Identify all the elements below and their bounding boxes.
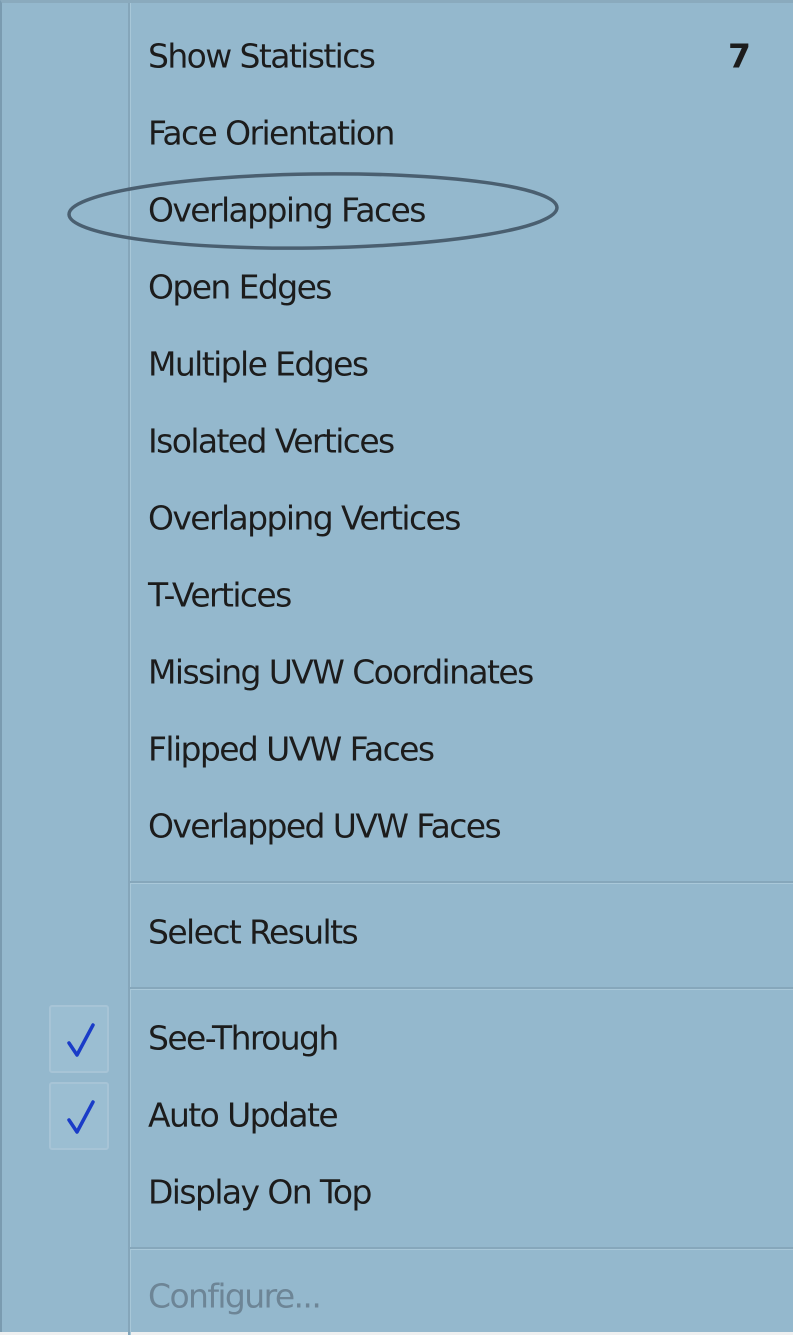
- menu-item-multiple-edges[interactable]: Multiple Edges: [2, 327, 793, 403]
- menu-item-face-orientation[interactable]: Face Orientation: [2, 96, 793, 172]
- menu-separator: [130, 1247, 793, 1250]
- menu-item-label: Show Statistics: [148, 36, 376, 76]
- menu-item-overlapped-uvw-faces[interactable]: Overlapped UVW Faces: [2, 789, 793, 865]
- checkbox-auto-update[interactable]: [49, 1082, 109, 1150]
- menu-item-display-on-top[interactable]: Display On Top: [2, 1155, 793, 1231]
- menu-item-flipped-uvw-faces[interactable]: Flipped UVW Faces: [2, 712, 793, 788]
- menu-item-label: Missing UVW Coordinates: [148, 652, 534, 692]
- context-menu: Show Statistics 7 Face Orientation Overl…: [0, 0, 793, 1335]
- checkbox-see-through[interactable]: [49, 1005, 109, 1073]
- menu-item-label: Multiple Edges: [148, 344, 369, 384]
- menu-separator: [130, 881, 793, 884]
- menu-item-overlapping-faces[interactable]: Overlapping Faces: [2, 173, 793, 249]
- menu-item-label: Auto Update: [148, 1095, 339, 1135]
- menu-item-label: Overlapping Vertices: [148, 498, 461, 538]
- check-icon: [67, 1100, 95, 1134]
- menu-item-shortcut: 7: [728, 36, 751, 76]
- menu-item-isolated-vertices[interactable]: Isolated Vertices: [2, 404, 793, 480]
- menu-item-auto-update[interactable]: Auto Update: [2, 1078, 793, 1154]
- menu-item-label: See-Through: [148, 1018, 339, 1058]
- menu-item-label: Open Edges: [148, 267, 332, 307]
- menu-item-label: Select Results: [148, 912, 359, 952]
- menu-item-label: Face Orientation: [148, 113, 395, 153]
- menu-item-label: Isolated Vertices: [148, 421, 395, 461]
- menu-item-missing-uvw-coordinates[interactable]: Missing UVW Coordinates: [2, 635, 793, 711]
- menu-item-label: Display On Top: [148, 1172, 372, 1212]
- menu-item-open-edges[interactable]: Open Edges: [2, 250, 793, 326]
- menu-item-overlapping-vertices[interactable]: Overlapping Vertices: [2, 481, 793, 557]
- menu-item-label: Flipped UVW Faces: [148, 729, 435, 769]
- menu-item-configure: Configure...: [2, 1259, 793, 1335]
- menu-item-label: Configure...: [148, 1276, 322, 1316]
- check-icon: [67, 1023, 95, 1057]
- menu-item-t-vertices[interactable]: T-Vertices: [2, 558, 793, 634]
- menu-item-label: T-Vertices: [148, 575, 292, 615]
- menu-item-label: Overlapping Faces: [148, 190, 426, 230]
- menu-item-see-through[interactable]: See-Through: [2, 1001, 793, 1077]
- menu-separator: [130, 987, 793, 990]
- menu-item-label: Overlapped UVW Faces: [148, 806, 502, 846]
- menu-item-show-statistics[interactable]: Show Statistics 7: [2, 19, 793, 95]
- menu-item-select-results[interactable]: Select Results: [2, 895, 793, 971]
